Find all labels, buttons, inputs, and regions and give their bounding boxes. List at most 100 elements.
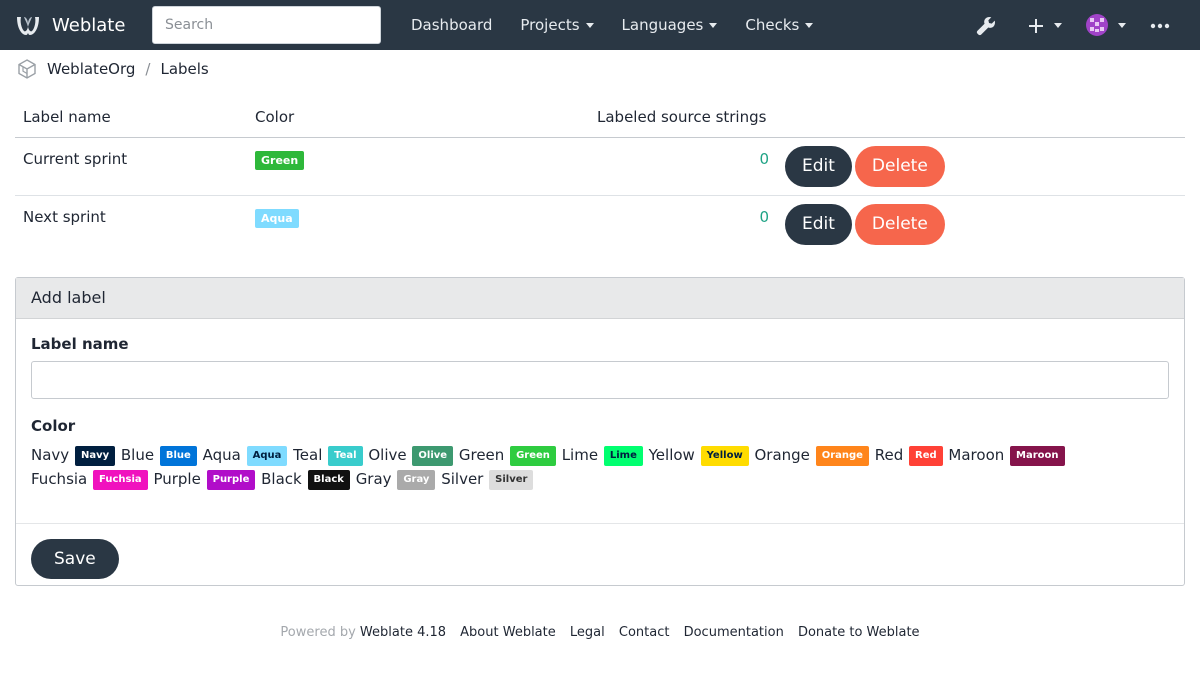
breadcrumb-separator: / (145, 60, 151, 78)
color-option-fuchsia[interactable]: Fuchsia Fuchsia (31, 467, 149, 491)
color-option-silver[interactable]: Silver Silver (441, 467, 534, 491)
color-option-lime[interactable]: Lime Lime (562, 443, 644, 467)
add-label-form: Label name Color Navy Navy Blue Blue Aqu… (16, 319, 1184, 524)
label-count-cell: 0 (589, 137, 777, 196)
delete-button[interactable]: Delete (854, 203, 945, 245)
label-name-field-label: Label name (31, 335, 129, 353)
nav-projects-dropdown[interactable]: Projects (506, 16, 607, 34)
label-count-cell: 0 (589, 195, 777, 253)
color-option-label: Purple (153, 470, 201, 488)
color-option-label: Lime (561, 446, 599, 464)
color-option-blue[interactable]: Blue Blue (121, 443, 198, 467)
nav-checks-dropdown[interactable]: Checks (731, 16, 827, 34)
breadcrumb-org-link[interactable]: WeblateOrg (47, 60, 135, 78)
color-option-orange[interactable]: Orange Orange (754, 443, 869, 467)
color-option-label: Red (874, 446, 904, 464)
panel-title: Add label (16, 278, 1184, 319)
plus-icon[interactable] (1022, 12, 1050, 40)
chevron-down-icon[interactable] (1054, 23, 1062, 28)
color-option-green[interactable]: Green Green (459, 443, 557, 467)
color-option-aqua[interactable]: Aqua Aqua (203, 443, 289, 467)
nav-projects-label: Projects (520, 16, 580, 34)
color-swatch-badge: Gray (397, 469, 436, 490)
header-label-name: Label name (15, 97, 247, 138)
color-option-yellow[interactable]: Yellow Yellow (649, 443, 750, 467)
label-actions-cell: Edit Delete (777, 137, 1185, 196)
legal-link[interactable]: Legal (570, 625, 605, 640)
color-option-label: Maroon (948, 446, 1005, 464)
brand-name: Weblate (52, 14, 126, 36)
labels-table: Label name Color Labeled source strings … (15, 97, 1185, 253)
avatar-icon[interactable] (1086, 14, 1108, 36)
labeled-strings-count-link[interactable]: 0 (759, 208, 769, 226)
label-color-cell: Aqua (247, 195, 589, 253)
label-name-cell: Current sprint (15, 137, 247, 196)
color-option-label: Black (261, 470, 302, 488)
color-option-label: Gray (355, 470, 392, 488)
color-option-label: Teal (293, 446, 323, 464)
powered-by-text: Powered by (280, 625, 356, 640)
table-row: Current sprint Green 0 Edit Delete (15, 137, 1185, 196)
chevron-down-icon[interactable] (1118, 23, 1126, 28)
nav-languages-label: Languages (621, 16, 704, 34)
label-name-cell: Next sprint (23, 207, 106, 226)
weblate-logo-icon (17, 17, 39, 35)
label-name-input[interactable] (31, 361, 1169, 399)
color-badge: Green (255, 150, 305, 170)
color-option-olive[interactable]: Olive Olive (368, 443, 454, 467)
color-option-label: Yellow (648, 446, 695, 464)
color-swatch-badge: Fuchsia (93, 469, 148, 490)
ellipsis-icon[interactable] (1146, 12, 1174, 40)
color-option-label: Green (458, 446, 505, 464)
breadcrumb-current[interactable]: Labels (160, 60, 208, 78)
nav-languages-dropdown[interactable]: Languages (608, 16, 732, 34)
wrench-icon[interactable] (972, 12, 1000, 40)
labeled-strings-count-link[interactable]: 0 (759, 150, 769, 168)
table-header-row: Label name Color Labeled source strings (15, 97, 1185, 138)
label-color-cell: Green (247, 137, 589, 196)
color-option-label: Orange (754, 446, 810, 464)
nav-dashboard-label: Dashboard (411, 16, 493, 34)
color-option-navy[interactable]: Navy Navy (31, 443, 116, 467)
documentation-link[interactable]: Documentation (684, 625, 784, 640)
color-option-label: Navy (31, 446, 70, 464)
brand-link[interactable]: Weblate (14, 11, 125, 39)
color-option-maroon[interactable]: Maroon Maroon (948, 443, 1065, 467)
weblate-version-link[interactable]: Weblate 4.18 (360, 625, 446, 640)
organization-icon (18, 59, 36, 79)
color-swatch-badge: Blue (159, 445, 197, 466)
panel-footer: Save (16, 524, 1184, 594)
color-option-red[interactable]: Red Red (875, 443, 944, 467)
color-option-label: Silver (441, 470, 484, 488)
color-option-gray[interactable]: Gray Gray (356, 467, 437, 491)
edit-button[interactable]: Edit (785, 203, 852, 245)
header-actions (777, 97, 1185, 138)
add-label-panel: Add label Label name Color Navy Navy Blu… (15, 277, 1185, 586)
color-swatch-badge: Purple (206, 469, 256, 490)
color-swatch-badge: Aqua (246, 445, 288, 466)
about-link[interactable]: About Weblate (460, 625, 556, 640)
color-swatch-badge: Orange (815, 445, 869, 466)
contact-link[interactable]: Contact (619, 625, 670, 640)
label-rows: Current sprint Green 0 Edit Delete Next sprin… (15, 137, 1185, 253)
color-option-black[interactable]: Black Black (261, 467, 351, 491)
page-footer: Powered by Weblate 4.18 About Weblate Le… (0, 625, 1200, 640)
color-option-purple[interactable]: Purple Purple (153, 467, 256, 491)
color-option-teal[interactable]: Teal Teal (293, 443, 363, 467)
color-swatch-badge: Maroon (1010, 445, 1065, 466)
search-input[interactable] (152, 6, 381, 44)
color-swatch-badge: Navy (74, 445, 116, 466)
color-option-label: Aqua (202, 446, 241, 464)
color-option-label: Fuchsia (31, 470, 88, 488)
save-button[interactable]: Save (31, 539, 119, 579)
delete-button[interactable]: Delete (854, 145, 945, 187)
color-radio-group: Navy Navy Blue Blue Aqua Aqua Teal Teal … (31, 443, 1169, 491)
nav-dashboard[interactable]: Dashboard (397, 16, 506, 34)
label-actions-cell: Edit Delete (777, 195, 1185, 253)
table-row: Next sprint Aqua 0 Edit Delete (15, 195, 1185, 253)
edit-button[interactable]: Edit (785, 145, 852, 187)
color-swatch-badge: Olive (412, 445, 454, 466)
color-swatch-badge: Yellow (700, 445, 749, 466)
color-swatch-badge: Teal (328, 445, 363, 466)
donate-link[interactable]: Donate to Weblate (798, 625, 920, 640)
